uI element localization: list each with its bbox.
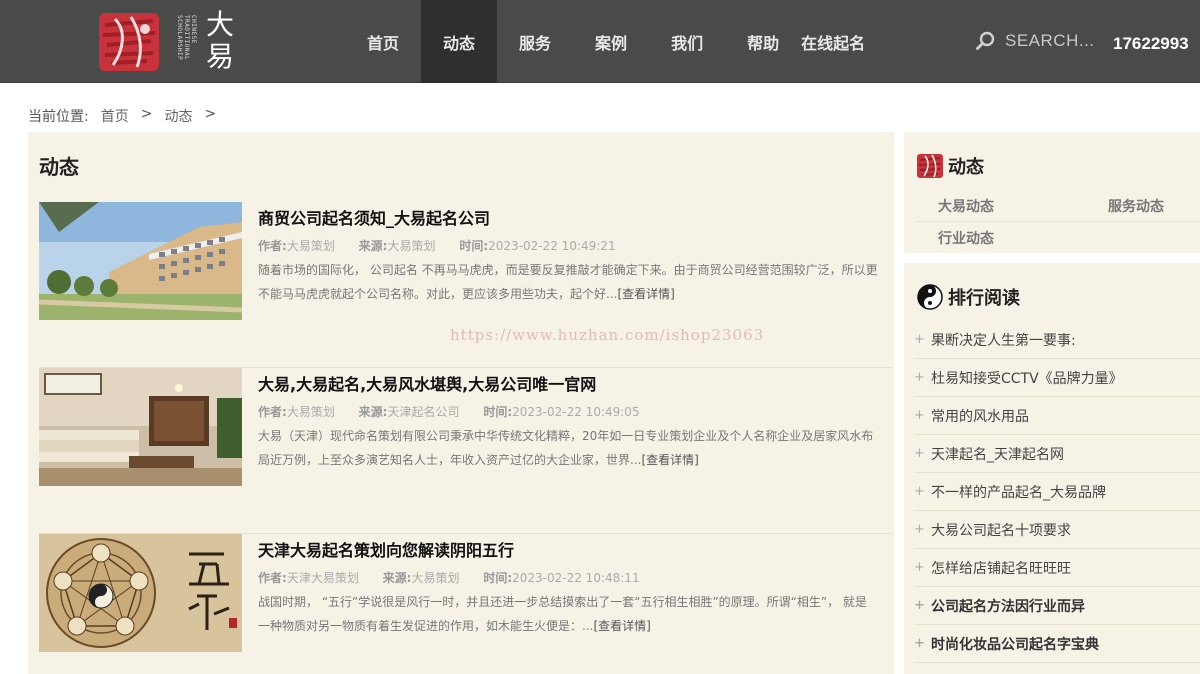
time-label: 时间: (483, 571, 513, 585)
source: 天津起名公司 (387, 405, 460, 419)
watermark-text: https://www.huzhan.com/ishop23063 (450, 326, 765, 344)
breadcrumb-news[interactable]: 动态 (164, 106, 192, 126)
yin-yang-icon (917, 284, 943, 310)
breadcrumb: 当前位置: 首页 > 动态 > (28, 106, 228, 126)
office-image (39, 368, 242, 486)
article-summary: 大易（天津）现代命名策划有限公司秉承中华传统文化精粹，20年如一日专业策划企业及… (258, 429, 874, 467)
ranking-item[interactable]: + 公司起名方法因行业而异 (914, 587, 1200, 625)
article-thumbnail[interactable] (39, 202, 242, 320)
time: 2023-02-22 10:49:21 (488, 239, 616, 253)
article-meta: 作者:大易策划 来源:天津起名公司 时间:2023-02-22 10:49:05 (258, 403, 640, 420)
article-title[interactable]: 天津大易起名策划向您解读阴阳五行 (258, 537, 514, 561)
author: 大易策划 (286, 405, 335, 419)
logo[interactable]: CHINESE TRADITIONAL SCHOLARSHIP 大易 (97, 9, 239, 77)
source: 大易策划 (387, 239, 436, 253)
time: 2023-02-22 10:49:05 (512, 405, 640, 419)
author-label: 作者: (258, 405, 287, 419)
read-more-link[interactable]: [查看详情] (593, 619, 650, 633)
search-box[interactable]: SEARCH... (975, 30, 1095, 52)
ranking-heading: 排行阅读 (916, 283, 1020, 311)
author-label: 作者: (258, 571, 287, 585)
article-thumbnail[interactable] (39, 368, 242, 486)
search-icon[interactable] (975, 30, 997, 52)
article-thumbnail[interactable] (39, 534, 242, 652)
news-panel-title: 动态 (948, 157, 984, 178)
breadcrumb-label: 当前位置: (28, 109, 89, 125)
ranking-title: 排行阅读 (948, 288, 1020, 309)
article-title[interactable]: 大易,大易起名,大易风水堪舆,大易公司唯一官网 (258, 371, 596, 395)
nav-home[interactable]: 首页 (345, 0, 421, 83)
time: 2023-02-22 10:48:11 (512, 571, 640, 585)
main-nav: 首页 动态 服务 案例 我们 帮助 在线起名 (345, 0, 887, 83)
article-summary: 随着市场的国际化， 公司起名 不再马马虎虎，而是要反复推敲才能确定下来。由于商贸… (258, 263, 878, 301)
article-meta: 作者:大易策划 来源:大易策划 时间:2023-02-22 10:49:21 (258, 237, 616, 254)
plus-icon: + (914, 560, 925, 575)
news-panel-heading: 动态 (916, 152, 984, 180)
ranking-item[interactable]: + 时尚化妆品公司起名字宝典 (914, 625, 1200, 663)
phone-number: 17622993 (1113, 34, 1189, 53)
author-label: 作者: (258, 239, 287, 253)
category-dayi-news[interactable]: 大易动态 (938, 196, 994, 216)
article-meta: 作者:天津大易策划 来源:大易策划 时间:2023-02-22 10:48:11 (258, 569, 640, 586)
time-label: 时间: (459, 239, 489, 253)
ranking-item[interactable]: + 怎样给店铺起名旺旺旺 (914, 549, 1200, 587)
plus-icon: + (914, 370, 925, 385)
read-more-link[interactable]: [查看详情] (641, 453, 698, 467)
search-input[interactable]: SEARCH... (1005, 31, 1095, 51)
logo-text: 大易 (205, 8, 234, 73)
ranking-item[interactable]: + 杜易知接受CCTV《品牌力量》 (914, 359, 1200, 397)
category-service-news[interactable]: 服务动态 (1108, 196, 1164, 216)
ranking-item[interactable]: + 常用的风水用品 (914, 397, 1200, 435)
breadcrumb-separator: > (140, 106, 153, 122)
time-label: 时间: (483, 405, 513, 419)
nav-news[interactable]: 动态 (421, 0, 498, 83)
plus-icon: + (914, 636, 925, 651)
nav-about[interactable]: 我们 (649, 0, 725, 83)
plus-icon: + (914, 408, 925, 423)
five-elements-image (39, 534, 242, 652)
source-label: 来源: (382, 571, 412, 585)
page-title: 动态 (39, 155, 79, 179)
plus-icon: + (914, 446, 925, 461)
list-item: 大易,大易起名,大易风水堪舆,大易公司唯一官网 作者:大易策划 来源:天津起名公… (39, 368, 893, 534)
plus-icon: + (914, 598, 925, 613)
ranking-item[interactable]: + 不一样的产品起名_大易品牌 (914, 473, 1200, 511)
nav-services[interactable]: 服务 (497, 0, 573, 83)
brand-seal-icon (99, 13, 159, 71)
brand-seal-icon (917, 154, 943, 178)
ranking-item[interactable]: + 果断决定人生第一要事: (914, 321, 1200, 359)
list-item: 天津大易起名策划向您解读阴阳五行 作者:天津大易策划 来源:大易策划 时间:20… (39, 534, 893, 674)
source-label: 来源: (358, 405, 388, 419)
article-title[interactable]: 商贸公司起名须知_大易起名公司 (258, 205, 490, 229)
article-list-panel: 动态 商贸公司起名须知_大易起名公司 作者:大易策划 来源:大易策划 时间:20… (28, 132, 894, 674)
plus-icon: + (914, 484, 925, 499)
source: 大易策划 (411, 571, 460, 585)
read-more-link[interactable]: [查看详情] (617, 287, 674, 301)
site-header: CHINESE TRADITIONAL SCHOLARSHIP 大易 首页 动态… (0, 0, 1200, 83)
author: 天津大易策划 (286, 571, 359, 585)
plus-icon: + (914, 332, 925, 347)
category-industry-news[interactable]: 行业动态 (938, 228, 994, 248)
divider (916, 221, 1200, 222)
ranking-item[interactable]: + 天津起名_天津起名网 (914, 435, 1200, 473)
breadcrumb-separator: > (204, 106, 217, 122)
ranking-item[interactable]: + 大易公司起名十项要求 (914, 511, 1200, 549)
building-image (39, 202, 242, 320)
nav-cases[interactable]: 案例 (573, 0, 649, 83)
news-category-panel: 动态 大易动态 服务动态 行业动态 (904, 132, 1200, 253)
breadcrumb-home[interactable]: 首页 (101, 106, 129, 126)
logo-vertical-text: CHINESE TRADITIONAL SCHOLARSHIP (176, 15, 197, 61)
author: 大易策划 (286, 239, 335, 253)
source-label: 来源: (358, 239, 388, 253)
article-summary: 战国时期， “五行”学说很是风行一时，并且还进一步总结摸索出了一套“五行相生相胜… (258, 595, 867, 633)
plus-icon: + (914, 522, 925, 537)
nav-online-naming[interactable]: 在线起名 (801, 0, 887, 83)
ranking-panel: 排行阅读 + 果断决定人生第一要事: + 杜易知接受CCTV《品牌力量》 + 常用的风… (904, 263, 1200, 674)
nav-help[interactable]: 帮助 (725, 0, 801, 83)
